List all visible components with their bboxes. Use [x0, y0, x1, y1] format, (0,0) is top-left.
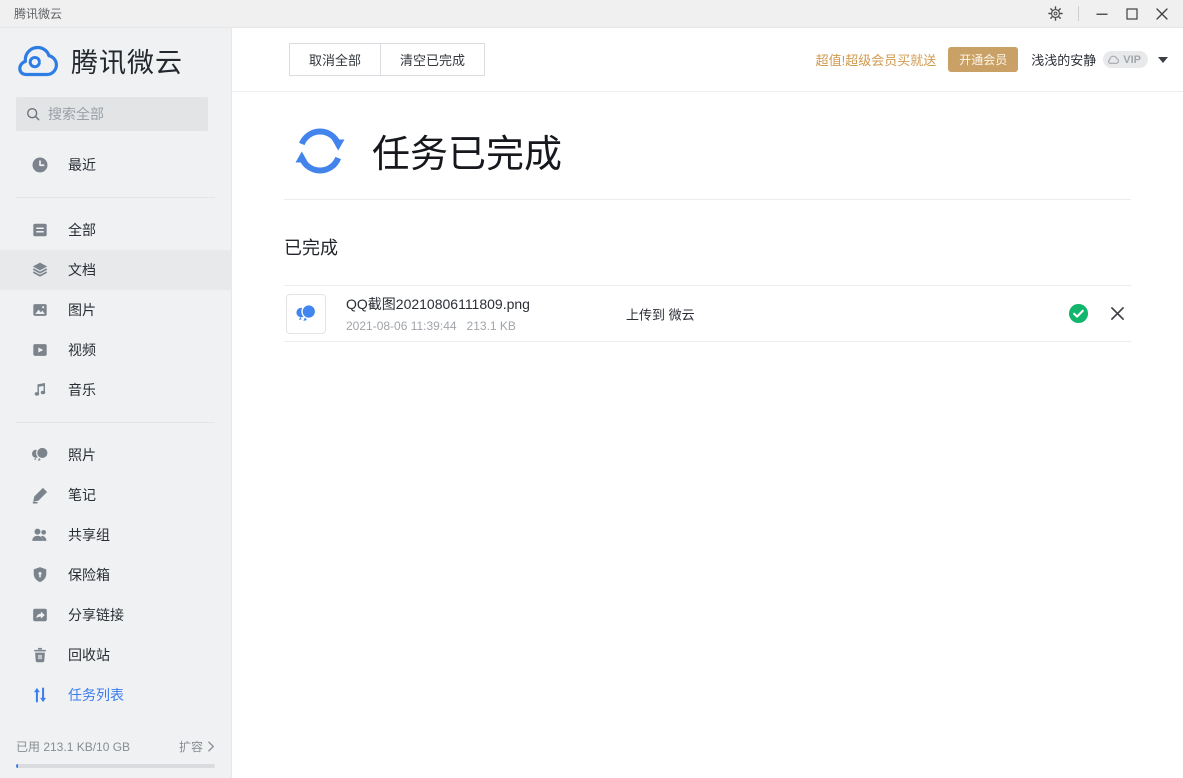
app-logo: 腾讯微云	[0, 28, 231, 80]
window-titlebar: 腾讯微云	[0, 0, 1183, 28]
file-size: 213.1 KB	[467, 319, 516, 333]
clear-completed-button[interactable]: 清空已完成	[381, 43, 485, 76]
search-icon	[25, 106, 41, 122]
expand-storage-label: 扩容	[179, 738, 203, 755]
sidebar-item-label: 视频	[68, 340, 96, 360]
sidebar-item-label: 音乐	[68, 380, 96, 400]
storage-progress-fill	[16, 764, 18, 768]
sidebar-item-label: 文档	[68, 260, 96, 280]
sidebar-item-photos[interactable]: 照片	[0, 435, 231, 475]
settings-button[interactable]	[1040, 0, 1070, 27]
file-thumbnail[interactable]	[286, 294, 326, 334]
sidebar-item-music[interactable]: 音乐	[0, 370, 231, 410]
vip-badge-label: VIP	[1123, 54, 1141, 66]
layers-icon	[30, 260, 50, 280]
sidebar-divider	[16, 197, 215, 198]
sidebar-item-label: 保险箱	[68, 565, 110, 585]
completed-section-title: 已完成	[284, 234, 1131, 260]
sidebar-item-notes[interactable]: 笔记	[0, 475, 231, 515]
sidebar-item-task-list[interactable]: 任务列表	[0, 675, 231, 715]
maximize-icon	[1126, 8, 1138, 20]
sync-icon	[293, 124, 347, 178]
image-icon	[30, 300, 50, 320]
gear-icon	[1047, 5, 1064, 22]
chevron-right-icon	[208, 741, 215, 752]
minimize-button[interactable]	[1087, 0, 1117, 27]
minimize-icon	[1096, 8, 1108, 20]
people-icon	[30, 525, 50, 545]
sidebar-item-documents[interactable]: 文档	[0, 250, 231, 290]
sidebar-item-pictures[interactable]: 图片	[0, 290, 231, 330]
vip-promo-text[interactable]: 超值!超级会员买就送	[816, 50, 937, 69]
task-status-block: 任务已完成	[232, 92, 1183, 178]
sidebar-item-label: 笔记	[68, 485, 96, 505]
shield-icon	[30, 565, 50, 585]
task-success-status	[1068, 303, 1089, 324]
close-button[interactable]	[1147, 0, 1177, 27]
task-action-text: 上传到 微云	[626, 304, 695, 323]
cancel-all-button[interactable]: 取消全部	[289, 43, 381, 76]
sidebar-item-label: 最近	[68, 155, 96, 175]
sidebar: 腾讯微云 最近	[0, 28, 231, 778]
clock-icon	[30, 155, 50, 175]
task-row: QQ截图20210806111809.png 2021-08-06 11:39:…	[284, 285, 1131, 342]
titlebar-separator	[1078, 6, 1079, 21]
sidebar-item-shared-groups[interactable]: 共享组	[0, 515, 231, 555]
sidebar-item-recent[interactable]: 最近	[0, 145, 231, 185]
app-logo-text: 腾讯微云	[71, 41, 183, 80]
sidebar-nav: 最近 全部 文档	[0, 145, 231, 715]
sidebar-item-share-links[interactable]: 分享链接	[0, 595, 231, 635]
file-meta: 2021-08-06 11:39:44 213.1 KB	[346, 319, 530, 333]
caret-down-icon	[1158, 57, 1168, 63]
share-icon	[30, 605, 50, 625]
check-circle-icon	[1068, 303, 1089, 324]
sidebar-item-label: 共享组	[68, 525, 110, 545]
sidebar-item-label: 任务列表	[68, 685, 124, 705]
sidebar-item-safe-box[interactable]: 保险箱	[0, 555, 231, 595]
storage-panel: 已用 213.1 KB/10 GB 扩容	[16, 738, 215, 768]
sidebar-item-label: 回收站	[68, 645, 110, 665]
close-icon	[1156, 8, 1168, 20]
window-title: 腾讯微云	[14, 5, 62, 22]
sidebar-item-label: 图片	[68, 300, 96, 320]
remove-task-button[interactable]	[1110, 306, 1125, 321]
account-menu-button[interactable]	[1158, 57, 1168, 63]
page-title: 任务已完成	[372, 123, 562, 178]
balloons-thumbnail-icon	[294, 302, 318, 326]
open-vip-button[interactable]: 开通会员	[948, 47, 1018, 72]
sidebar-item-label: 分享链接	[68, 605, 124, 625]
section-divider	[284, 199, 1131, 200]
sidebar-item-videos[interactable]: 视频	[0, 330, 231, 370]
file-datetime: 2021-08-06 11:39:44	[346, 319, 457, 333]
sidebar-divider	[16, 422, 215, 423]
search-input[interactable]	[48, 106, 199, 122]
vip-cloud-icon	[1107, 55, 1120, 65]
transfer-icon	[30, 685, 50, 705]
storage-used-text: 已用 213.1 KB/10 GB	[16, 738, 130, 755]
file-name: QQ截图20210806111809.png	[346, 294, 530, 314]
weiyun-cloud-logo-icon	[16, 44, 62, 78]
files-icon	[30, 220, 50, 240]
video-icon	[30, 340, 50, 360]
pencil-icon	[30, 485, 50, 505]
sidebar-item-label: 全部	[68, 220, 96, 240]
balloons-icon	[30, 445, 50, 465]
content-header: 取消全部 清空已完成 超值!超级会员买就送 开通会员 浅浅的安静 VIP	[232, 28, 1183, 92]
expand-storage-link[interactable]: 扩容	[179, 738, 215, 755]
sidebar-item-label: 照片	[68, 445, 96, 465]
maximize-button[interactable]	[1117, 0, 1147, 27]
file-info: QQ截图20210806111809.png 2021-08-06 11:39:…	[346, 294, 530, 333]
username: 浅浅的安静	[1031, 50, 1096, 69]
vip-badge[interactable]: VIP	[1103, 51, 1148, 68]
x-icon	[1110, 306, 1125, 321]
sidebar-item-all[interactable]: 全部	[0, 210, 231, 250]
storage-progress-bar	[16, 764, 215, 768]
sidebar-item-recycle-bin[interactable]: 回收站	[0, 635, 231, 675]
music-icon	[30, 380, 50, 400]
search-box[interactable]	[16, 97, 208, 131]
trash-icon	[30, 645, 50, 665]
main-content: 取消全部 清空已完成 超值!超级会员买就送 开通会员 浅浅的安静 VIP	[231, 28, 1183, 778]
